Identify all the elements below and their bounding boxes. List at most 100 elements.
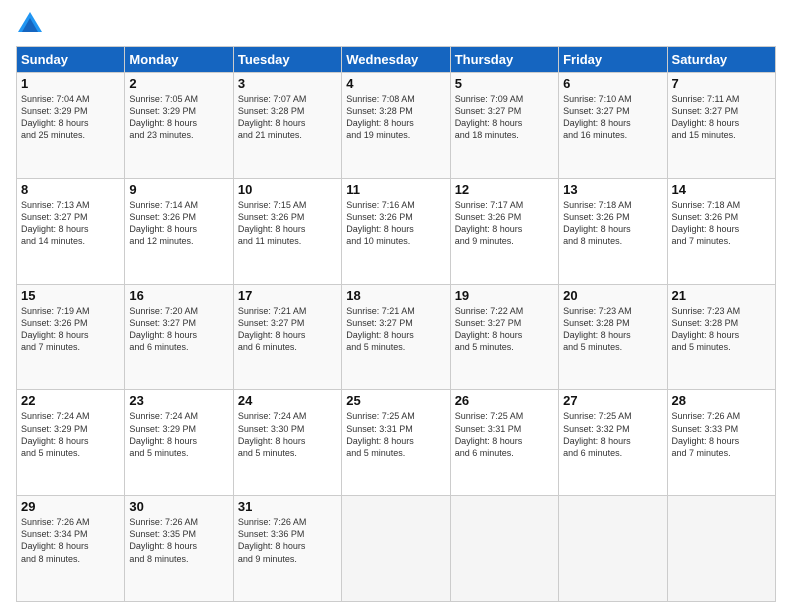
- day-number: 23: [129, 393, 228, 408]
- calendar-cell: 23 Sunrise: 7:24 AM Sunset: 3:29 PM Dayli…: [125, 390, 233, 496]
- calendar-cell: 12Sunrise: 7:17 AM Sunset: 3:26 PM Dayli…: [450, 178, 558, 284]
- calendar-cell: 24Sunrise: 7:24 AM Sunset: 3:30 PM Dayli…: [233, 390, 341, 496]
- cell-sun-info: Sunrise: 7:24 AM Sunset: 3:30 PM Dayligh…: [238, 410, 337, 459]
- day-number: 6: [563, 76, 662, 91]
- logo-icon: [16, 10, 44, 38]
- day-header-tuesday: Tuesday: [233, 47, 341, 73]
- day-number: 4: [346, 76, 445, 91]
- calendar-cell: 14 Sunrise: 7:18 AM Sunset: 3:26 PM Dayli…: [667, 178, 775, 284]
- day-number: 9: [129, 182, 228, 197]
- day-header-wednesday: Wednesday: [342, 47, 450, 73]
- day-number: 13: [563, 182, 662, 197]
- calendar-cell: 19Sunrise: 7:22 AM Sunset: 3:27 PM Dayli…: [450, 284, 558, 390]
- cell-sun-info: Sunrise: 7:26 AM Sunset: 3:33 PM Dayligh…: [672, 410, 771, 459]
- calendar-cell: [450, 496, 558, 602]
- calendar-cell: 22 Sunrise: 7:24 AM Sunset: 3:29 PM Dayli…: [17, 390, 125, 496]
- cell-sun-info: Sunrise: 7:24 AM Sunset: 3:29 PM Dayligh…: [129, 410, 228, 459]
- day-number: 22: [21, 393, 120, 408]
- day-number: 20: [563, 288, 662, 303]
- cell-sun-info: Sunrise: 7:17 AM Sunset: 3:26 PM Dayligh…: [455, 199, 554, 248]
- calendar-cell: 17 Sunrise: 7:21 AM Sunset: 3:27 PM Dayli…: [233, 284, 341, 390]
- page: SundayMondayTuesdayWednesdayThursdayFrid…: [0, 0, 792, 612]
- cell-sun-info: Sunrise: 7:18 AM Sunset: 3:26 PM Dayligh…: [672, 199, 771, 248]
- day-header-friday: Friday: [559, 47, 667, 73]
- cell-sun-info: Sunrise: 7:26 AM Sunset: 3:34 PM Dayligh…: [21, 516, 120, 565]
- cell-sun-info: Sunrise: 7:14 AM Sunset: 3:26 PM Dayligh…: [129, 199, 228, 248]
- day-number: 10: [238, 182, 337, 197]
- calendar-week-row: 15 Sunrise: 7:19 AM Sunset: 3:26 PM Dayli…: [17, 284, 776, 390]
- day-header-sunday: Sunday: [17, 47, 125, 73]
- calendar-cell: 15 Sunrise: 7:19 AM Sunset: 3:26 PM Dayli…: [17, 284, 125, 390]
- calendar-cell: [667, 496, 775, 602]
- cell-sun-info: Sunrise: 7:18 AM Sunset: 3:26 PM Dayligh…: [563, 199, 662, 248]
- day-number: 7: [672, 76, 771, 91]
- calendar-cell: 3 Sunrise: 7:07 AM Sunset: 3:28 PM Daylig…: [233, 73, 341, 179]
- cell-sun-info: Sunrise: 7:21 AM Sunset: 3:27 PM Dayligh…: [346, 305, 445, 354]
- calendar-week-row: 1Sunrise: 7:04 AM Sunset: 3:29 PM Daylig…: [17, 73, 776, 179]
- cell-sun-info: Sunrise: 7:24 AM Sunset: 3:29 PM Dayligh…: [21, 410, 120, 459]
- cell-sun-info: Sunrise: 7:13 AM Sunset: 3:27 PM Dayligh…: [21, 199, 120, 248]
- cell-sun-info: Sunrise: 7:26 AM Sunset: 3:35 PM Dayligh…: [129, 516, 228, 565]
- calendar-cell: 5 Sunrise: 7:09 AM Sunset: 3:27 PM Daylig…: [450, 73, 558, 179]
- calendar-week-row: 29 Sunrise: 7:26 AM Sunset: 3:34 PM Dayli…: [17, 496, 776, 602]
- calendar-header-row: SundayMondayTuesdayWednesdayThursdayFrid…: [17, 47, 776, 73]
- day-number: 31: [238, 499, 337, 514]
- day-number: 27: [563, 393, 662, 408]
- cell-sun-info: Sunrise: 7:09 AM Sunset: 3:27 PM Dayligh…: [455, 93, 554, 142]
- calendar-cell: 30 Sunrise: 7:26 AM Sunset: 3:35 PM Dayli…: [125, 496, 233, 602]
- calendar-week-row: 22 Sunrise: 7:24 AM Sunset: 3:29 PM Dayli…: [17, 390, 776, 496]
- cell-sun-info: Sunrise: 7:16 AM Sunset: 3:26 PM Dayligh…: [346, 199, 445, 248]
- calendar-cell: 1Sunrise: 7:04 AM Sunset: 3:29 PM Daylig…: [17, 73, 125, 179]
- logo: [16, 10, 48, 38]
- cell-sun-info: Sunrise: 7:07 AM Sunset: 3:28 PM Dayligh…: [238, 93, 337, 142]
- calendar-week-row: 8 Sunrise: 7:13 AM Sunset: 3:27 PM Daylig…: [17, 178, 776, 284]
- cell-sun-info: Sunrise: 7:25 AM Sunset: 3:31 PM Dayligh…: [455, 410, 554, 459]
- cell-sun-info: Sunrise: 7:10 AM Sunset: 3:27 PM Dayligh…: [563, 93, 662, 142]
- calendar-cell: [559, 496, 667, 602]
- calendar-cell: 8 Sunrise: 7:13 AM Sunset: 3:27 PM Daylig…: [17, 178, 125, 284]
- calendar-cell: 7 Sunrise: 7:11 AM Sunset: 3:27 PM Daylig…: [667, 73, 775, 179]
- cell-sun-info: Sunrise: 7:25 AM Sunset: 3:31 PM Dayligh…: [346, 410, 445, 459]
- day-number: 2: [129, 76, 228, 91]
- day-header-monday: Monday: [125, 47, 233, 73]
- cell-sun-info: Sunrise: 7:25 AM Sunset: 3:32 PM Dayligh…: [563, 410, 662, 459]
- day-number: 26: [455, 393, 554, 408]
- cell-sun-info: Sunrise: 7:08 AM Sunset: 3:28 PM Dayligh…: [346, 93, 445, 142]
- calendar-cell: 11 Sunrise: 7:16 AM Sunset: 3:26 PM Dayli…: [342, 178, 450, 284]
- day-number: 8: [21, 182, 120, 197]
- day-number: 11: [346, 182, 445, 197]
- day-number: 29: [21, 499, 120, 514]
- calendar-cell: 31Sunrise: 7:26 AM Sunset: 3:36 PM Dayli…: [233, 496, 341, 602]
- calendar-cell: 9 Sunrise: 7:14 AM Sunset: 3:26 PM Daylig…: [125, 178, 233, 284]
- calendar-cell: 16 Sunrise: 7:20 AM Sunset: 3:27 PM Dayli…: [125, 284, 233, 390]
- calendar-cell: 13 Sunrise: 7:18 AM Sunset: 3:26 PM Dayli…: [559, 178, 667, 284]
- cell-sun-info: Sunrise: 7:15 AM Sunset: 3:26 PM Dayligh…: [238, 199, 337, 248]
- day-number: 21: [672, 288, 771, 303]
- day-number: 30: [129, 499, 228, 514]
- calendar-cell: 27 Sunrise: 7:25 AM Sunset: 3:32 PM Dayli…: [559, 390, 667, 496]
- cell-sun-info: Sunrise: 7:11 AM Sunset: 3:27 PM Dayligh…: [672, 93, 771, 142]
- day-number: 28: [672, 393, 771, 408]
- day-number: 14: [672, 182, 771, 197]
- calendar-cell: 21 Sunrise: 7:23 AM Sunset: 3:28 PM Dayli…: [667, 284, 775, 390]
- calendar-cell: 4 Sunrise: 7:08 AM Sunset: 3:28 PM Daylig…: [342, 73, 450, 179]
- cell-sun-info: Sunrise: 7:23 AM Sunset: 3:28 PM Dayligh…: [563, 305, 662, 354]
- cell-sun-info: Sunrise: 7:21 AM Sunset: 3:27 PM Dayligh…: [238, 305, 337, 354]
- calendar-table: SundayMondayTuesdayWednesdayThursdayFrid…: [16, 46, 776, 602]
- calendar-cell: 6 Sunrise: 7:10 AM Sunset: 3:27 PM Daylig…: [559, 73, 667, 179]
- cell-sun-info: Sunrise: 7:19 AM Sunset: 3:26 PM Dayligh…: [21, 305, 120, 354]
- day-number: 15: [21, 288, 120, 303]
- calendar-cell: 26 Sunrise: 7:25 AM Sunset: 3:31 PM Dayli…: [450, 390, 558, 496]
- cell-sun-info: Sunrise: 7:23 AM Sunset: 3:28 PM Dayligh…: [672, 305, 771, 354]
- day-number: 5: [455, 76, 554, 91]
- cell-sun-info: Sunrise: 7:20 AM Sunset: 3:27 PM Dayligh…: [129, 305, 228, 354]
- day-header-thursday: Thursday: [450, 47, 558, 73]
- day-number: 16: [129, 288, 228, 303]
- day-header-saturday: Saturday: [667, 47, 775, 73]
- calendar-cell: 2 Sunrise: 7:05 AM Sunset: 3:29 PM Daylig…: [125, 73, 233, 179]
- cell-sun-info: Sunrise: 7:05 AM Sunset: 3:29 PM Dayligh…: [129, 93, 228, 142]
- day-number: 18: [346, 288, 445, 303]
- day-number: 17: [238, 288, 337, 303]
- day-number: 3: [238, 76, 337, 91]
- calendar-cell: [342, 496, 450, 602]
